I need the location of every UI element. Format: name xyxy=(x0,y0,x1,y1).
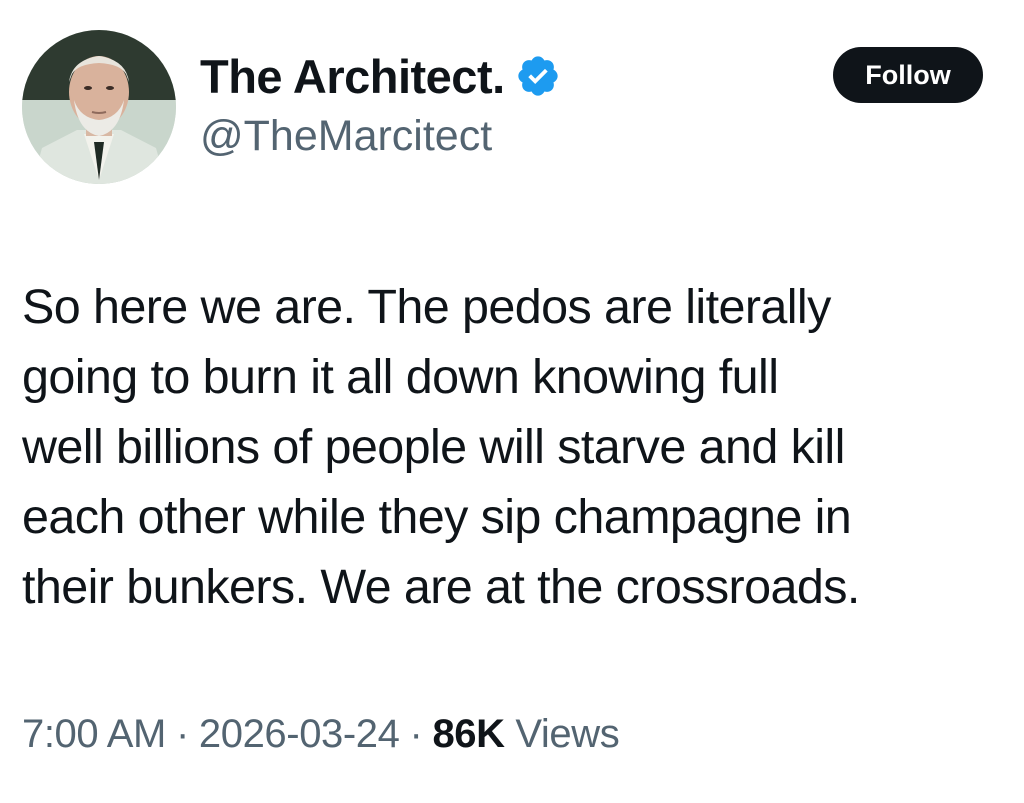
views-count[interactable]: 86K xyxy=(432,712,505,756)
tweet-text-line: So here we are. The pedos are literally xyxy=(22,280,831,334)
meta-separator: · xyxy=(175,712,189,756)
tweet-text-line: going to burn it all down knowing full xyxy=(22,350,779,404)
tweet-text-line: their bunkers. We are at the crossroads. xyxy=(22,560,860,614)
avatar[interactable] xyxy=(22,30,176,184)
tweet-card: The Architect. @TheMarcitect Follow So h… xyxy=(0,0,1024,803)
follow-button[interactable]: Follow xyxy=(833,47,983,103)
tweet-time[interactable]: 7:00 AM xyxy=(22,712,166,756)
views-label: Views xyxy=(515,712,620,756)
verified-badge-icon xyxy=(515,53,561,99)
avatar-photo-icon xyxy=(22,30,176,184)
tweet-text-line: each other while they sip champagne in xyxy=(22,490,852,544)
tweet-date[interactable]: 2026-03-24 xyxy=(199,712,400,756)
author-name-row: The Architect. xyxy=(200,44,561,108)
display-name[interactable]: The Architect. xyxy=(200,49,505,104)
author-handle[interactable]: @TheMarcitect xyxy=(200,112,561,161)
meta-separator: · xyxy=(409,712,423,756)
author-info: The Architect. @TheMarcitect xyxy=(200,44,561,161)
tweet-text-line: well billions of people will starve and … xyxy=(22,420,845,474)
tweet-meta: 7:00 AM · 2026-03-24 · 86K Views xyxy=(22,712,620,757)
tweet-text: So here we are. The pedos are literally … xyxy=(22,272,1007,622)
